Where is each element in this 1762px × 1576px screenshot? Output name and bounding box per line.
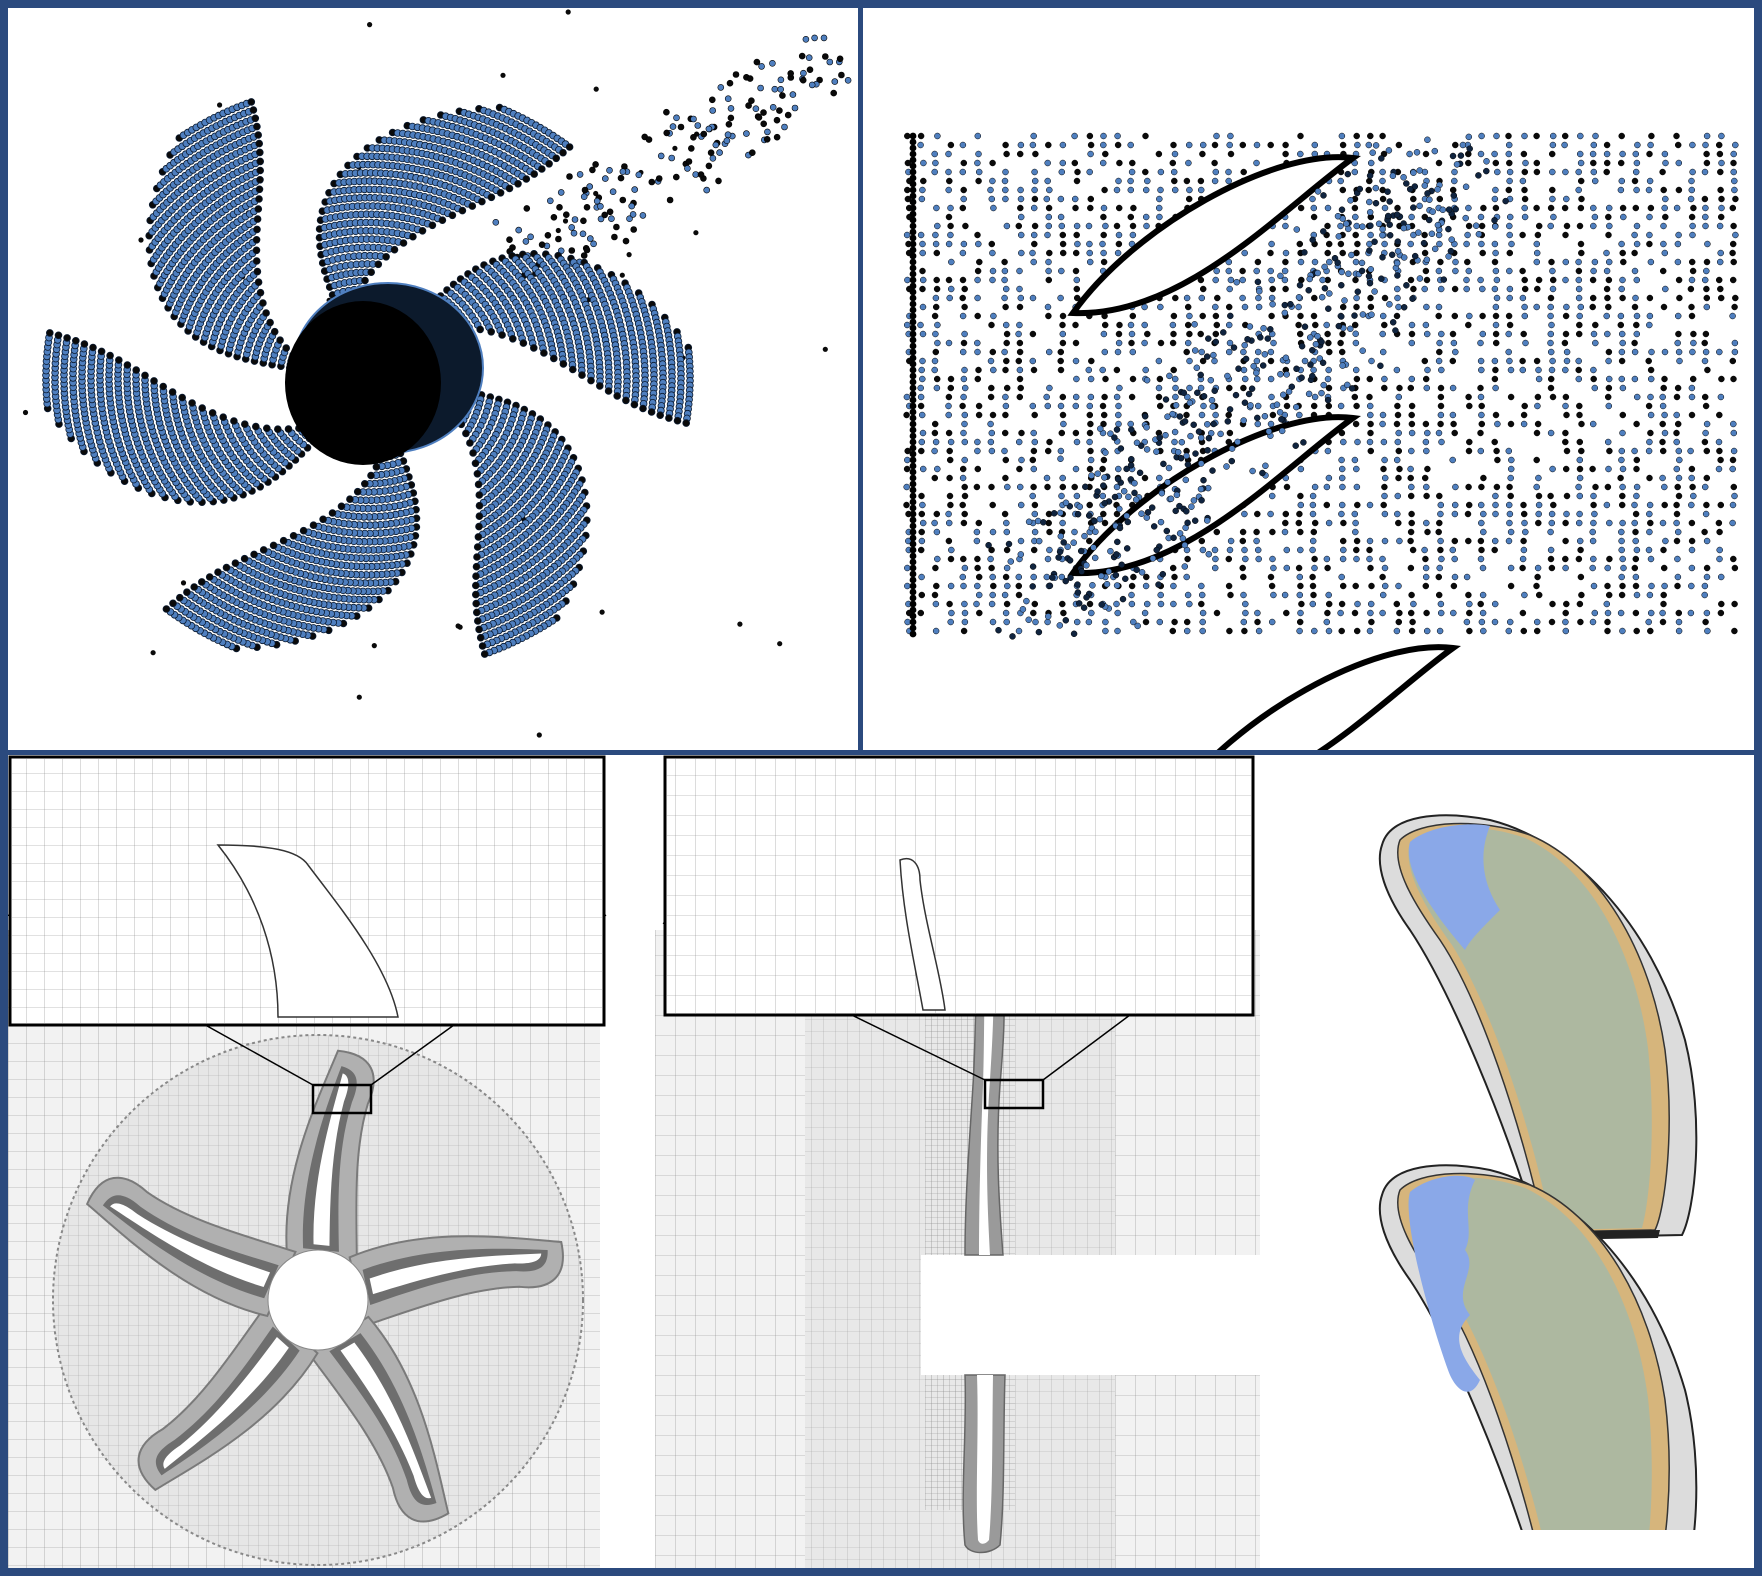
propeller-particles-panel xyxy=(8,8,858,750)
blade-cascade-particle-cloud-icon xyxy=(903,132,1739,750)
axial-mesh-panel xyxy=(655,755,1265,1568)
axial-adaptive-mesh-icon xyxy=(655,755,1265,1568)
propeller-particle-cloud-icon xyxy=(22,9,852,738)
blade-surface-render-icon xyxy=(1378,814,1698,1530)
blade-renders-panel xyxy=(1330,790,1750,1530)
cascade-particles-panel xyxy=(863,8,1754,750)
radial-adaptive-mesh-icon xyxy=(8,755,607,1568)
radial-mesh-panel xyxy=(8,755,608,1568)
